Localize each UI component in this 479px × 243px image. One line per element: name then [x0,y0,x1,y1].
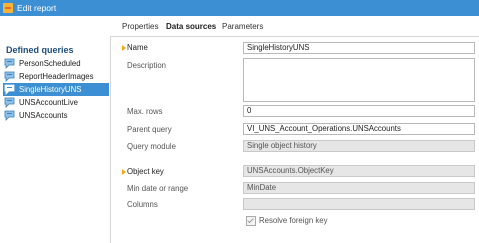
object-key-field[interactable]: UNSAccounts.ObjectKey [243,165,475,177]
query-icon [4,110,15,121]
query-icon [4,84,15,95]
query-icon [4,71,15,82]
query-item-singlehistoryuns[interactable]: SingleHistoryUNS [3,83,109,96]
app-icon [3,3,13,13]
query-item-reportheaderimages[interactable]: ReportHeaderImages [3,70,109,83]
tab-data-sources[interactable]: Data sources [166,22,216,31]
min-date-field[interactable]: MinDate [243,182,475,194]
query-module-field: Single object history [243,140,475,152]
name-label: Name [127,43,148,52]
defined-queries-pane: Defined queries PersonScheduled ReportHe… [0,36,111,243]
defined-queries-heading: Defined queries [6,45,74,55]
max-rows-label: Max. rows [127,107,163,116]
query-label: UNSAccountLive [19,98,78,107]
resolve-foreign-key-checkbox[interactable] [246,216,256,226]
tab-parameters[interactable]: Parameters [222,22,263,31]
query-label: ReportHeaderImages [19,72,94,81]
resolve-foreign-key-label: Resolve foreign key [259,216,328,225]
parent-query-field[interactable]: VI_UNS_Account_Operations.UNSAccounts [243,123,475,135]
query-label: UNSAccounts [19,111,68,120]
parent-query-label: Parent query [127,125,172,134]
window-titlebar: Edit report [0,0,479,16]
object-key-label: Object key [127,167,164,176]
window-title: Edit report [17,3,57,13]
columns-label: Columns [127,200,158,209]
tab-bar: Properties Data sources Parameters [110,16,479,37]
description-label: Description [127,61,166,70]
query-icon [4,58,15,69]
data-source-form: Name SingleHistoryUNS Description Max. r… [110,36,479,243]
query-item-unsaccounts[interactable]: UNSAccounts [3,109,109,122]
query-label: PersonScheduled [19,59,81,68]
query-item-unsaccountlive[interactable]: UNSAccountLive [3,96,109,109]
query-label: SingleHistoryUNS [19,85,82,94]
name-field[interactable]: SingleHistoryUNS [243,42,475,54]
description-field[interactable] [243,58,475,102]
required-marker-icon [122,45,126,51]
required-marker-icon [122,169,126,175]
max-rows-field[interactable]: 0 [243,105,475,117]
query-item-personscheduled[interactable]: PersonScheduled [3,57,109,70]
query-icon [4,97,15,108]
query-module-label: Query module [127,142,176,151]
min-date-label: Min date or range [127,184,189,193]
tab-properties[interactable]: Properties [122,22,158,31]
columns-field[interactable] [243,198,475,210]
